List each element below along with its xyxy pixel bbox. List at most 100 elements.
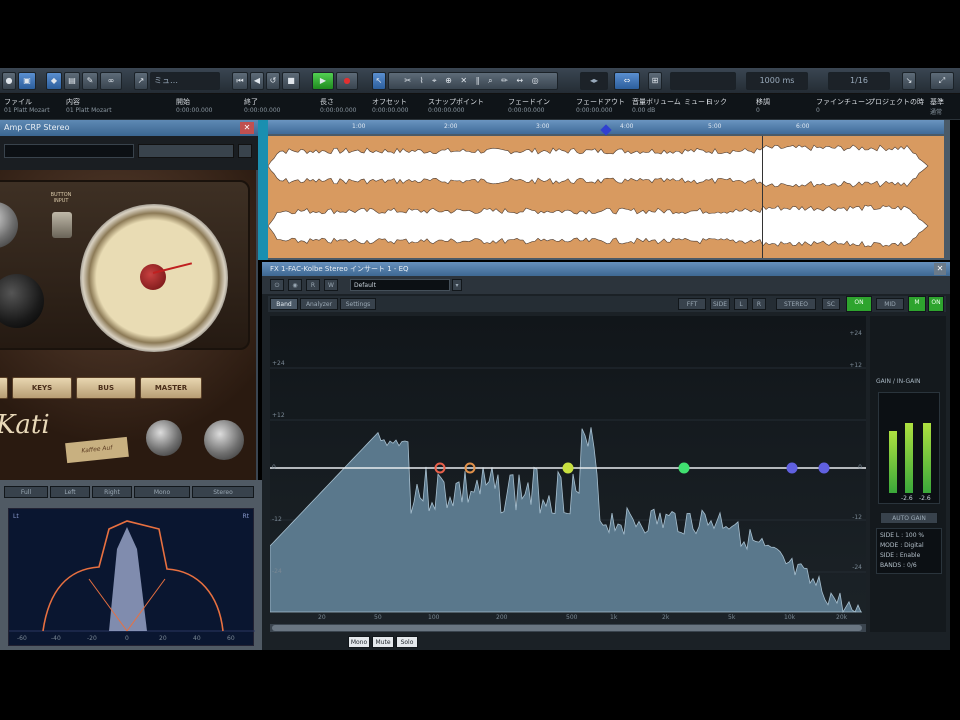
nudge-field[interactable]: ◂▸ <box>580 72 608 90</box>
audio-waveform[interactable] <box>267 136 944 258</box>
side-button[interactable]: SIDE <box>710 298 730 310</box>
info-value[interactable]: 0:00:00.000 <box>372 107 409 114</box>
scope-tab[interactable]: Stereo <box>192 486 254 498</box>
sidechain-button[interactable]: SC <box>822 298 840 310</box>
auto-gain-button[interactable]: AUTO GAIN <box>880 512 938 524</box>
play-button[interactable]: ▶ <box>312 72 334 90</box>
drive-knob[interactable] <box>0 202 18 248</box>
meter-switch[interactable] <box>52 212 72 238</box>
info-value[interactable]: 0:00:00.000 <box>428 107 465 114</box>
bypass-icon[interactable]: ◉ <box>288 279 302 291</box>
automation-button[interactable]: ↗ <box>134 72 148 90</box>
solo-button[interactable]: Solo <box>396 636 418 648</box>
eq-band-node[interactable] <box>562 462 574 474</box>
audio-button[interactable]: ▣ <box>18 72 36 90</box>
m-button[interactable]: M <box>908 296 926 312</box>
info-header: 内容 <box>66 98 80 106</box>
info-value[interactable]: 0:00:00.000 <box>576 107 613 114</box>
stop-button[interactable]: ■ <box>282 72 300 90</box>
freq-tick: 10k <box>784 614 796 621</box>
info-header: プロジェクトの時 <box>868 98 924 106</box>
info-value[interactable]: 0:00:00.000 <box>176 107 213 114</box>
bus-button[interactable]: BUS <box>76 377 136 399</box>
scope-tab[interactable]: Right <box>92 486 132 498</box>
horizontal-scrollbar[interactable] <box>270 624 866 632</box>
stereo-button[interactable]: STEREO <box>776 298 816 310</box>
output-jack-left[interactable] <box>146 420 182 456</box>
on-button[interactable]: ON <box>846 296 872 312</box>
badge-plate: Kaffee Auf <box>65 436 129 464</box>
info-value[interactable]: 0 <box>756 107 760 114</box>
eq-band-node[interactable] <box>678 462 690 474</box>
info-value[interactable]: 0.00 dB <box>632 107 655 114</box>
stat-line: MODE : Digital <box>880 542 924 549</box>
keys-button[interactable]: KEYS <box>12 377 72 399</box>
cycle-button[interactable]: ↺ <box>266 72 280 90</box>
eq-header: Band Analyzer Settings FFT SIDE L R STER… <box>268 296 946 312</box>
eq-band-node[interactable] <box>786 462 798 474</box>
info-value[interactable]: 通常 <box>930 107 942 116</box>
ruler-mark: 2:00 <box>444 123 458 130</box>
select-tool-button[interactable]: ◆ <box>46 72 62 90</box>
info-header: 音量ボリューム <box>632 98 681 106</box>
power-icon[interactable]: ⏻ <box>270 279 284 291</box>
read-icon[interactable]: R <box>306 279 320 291</box>
waveform-graphic <box>267 144 929 248</box>
info-value[interactable]: 0:00:00.000 <box>320 107 357 114</box>
snap-toggle[interactable]: ↘ <box>902 72 916 90</box>
tab-analyzer[interactable]: Analyzer <box>300 298 338 310</box>
timeline-ruler[interactable]: 1:00 2:00 3:00 4:00 5:00 6:00 <box>268 120 944 136</box>
scrollbar-thumb[interactable] <box>272 625 862 631</box>
pointer-tool-button[interactable]: ↖ <box>372 72 386 90</box>
playhead-marker[interactable] <box>600 124 612 136</box>
output-jack-right[interactable] <box>204 420 244 460</box>
preset-field[interactable] <box>4 144 134 158</box>
eq-band-node[interactable] <box>818 462 830 474</box>
close-icon[interactable]: ✕ <box>934 263 946 275</box>
mono-button[interactable]: Mono <box>348 636 370 648</box>
tab-settings[interactable]: Settings <box>340 298 376 310</box>
info-value[interactable]: 0:00:00.000 <box>508 107 545 114</box>
bypass-button[interactable] <box>238 144 252 158</box>
eq-status-bar: Mono Mute Solo <box>262 632 950 650</box>
info-value[interactable]: 0 <box>816 107 820 114</box>
range-tool-button[interactable]: ▤ <box>64 72 80 90</box>
amp-btn-partial[interactable] <box>0 377 8 399</box>
write-icon[interactable]: W <box>324 279 338 291</box>
right-button[interactable]: R <box>752 298 766 310</box>
back-button[interactable]: ◀ <box>250 72 264 90</box>
window-layout-button[interactable]: ⤢ <box>930 72 954 90</box>
preset-field[interactable]: Default <box>350 279 450 291</box>
left-button[interactable]: L <box>734 298 748 310</box>
info-value[interactable]: 0:00:00.000 <box>244 107 281 114</box>
info-header: スナップポイント <box>428 98 484 106</box>
fft-button[interactable]: FFT <box>678 298 706 310</box>
preset-menu-icon[interactable]: ▾ <box>452 279 462 291</box>
quantize-select[interactable]: 1/16 <box>828 72 890 90</box>
mid-button[interactable]: MID <box>876 298 904 310</box>
mute-tool-button[interactable]: ∞ <box>100 72 122 90</box>
tools-palette[interactable]: ✂ ⌇ ⌖ ⊕ ✕ ∥ ⌕ ✏ ↔ ◎ <box>388 72 558 90</box>
close-icon[interactable]: ✕ <box>240 122 254 134</box>
gain-knob[interactable] <box>0 274 44 328</box>
eq-spectrum-graph[interactable]: +24 +12 0 -12 -24 +24 +12 0 -12 -24 20 5… <box>269 316 866 632</box>
mute-button[interactable]: Mute <box>372 636 394 648</box>
rewind-button[interactable]: ⏮ <box>232 72 248 90</box>
scope-tab[interactable]: Full <box>4 486 48 498</box>
zoom-field[interactable]: 1000 ms <box>746 72 808 90</box>
track-field[interactable]: ミュ… <box>150 72 220 90</box>
power-on-button[interactable]: ON <box>928 296 944 312</box>
record-button[interactable]: ● <box>336 72 358 90</box>
scope-tab[interactable]: Left <box>50 486 90 498</box>
scope-tab[interactable]: Mono <box>134 486 190 498</box>
tab-band[interactable]: Band <box>270 298 298 310</box>
grid-type-select[interactable] <box>670 72 736 90</box>
grid-button[interactable]: ⊞ <box>648 72 662 90</box>
snap-button[interactable]: ⇔ <box>614 72 640 90</box>
master-button[interactable]: MASTER <box>140 377 202 399</box>
draw-tool-button[interactable]: ✎ <box>82 72 98 90</box>
record-mode-button[interactable]: ● <box>2 72 16 90</box>
info-value[interactable]: 01 Platt Mozart <box>4 107 50 114</box>
preset-menu-button[interactable] <box>138 144 234 158</box>
info-value[interactable]: 01 Platt Mozart <box>66 107 112 114</box>
